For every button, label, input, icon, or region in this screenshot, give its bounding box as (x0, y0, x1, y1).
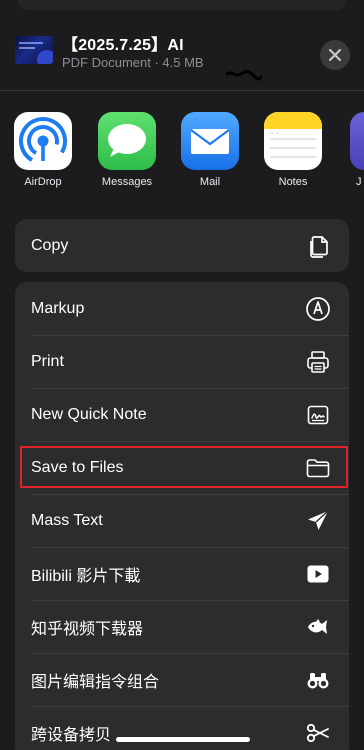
app-label: Notes (278, 176, 308, 188)
action-print[interactable]: Print (15, 335, 349, 388)
action-group-copy: Copy (15, 219, 349, 272)
action-label: Print (31, 352, 64, 370)
document-subtitle: PDF Document · 4.5 MB (62, 55, 204, 70)
markup-icon (303, 294, 333, 324)
fish-icon (303, 612, 333, 642)
notes-icon (264, 112, 322, 170)
document-title: 【2025.7.25】AI (62, 37, 184, 54)
close-button[interactable] (320, 40, 350, 70)
messages-icon (98, 112, 156, 170)
app-airdrop[interactable]: AirDrop (8, 112, 78, 188)
background-card-edge (18, 0, 346, 10)
play-icon (303, 559, 333, 589)
app-label: Mail (199, 176, 221, 188)
app-share-row: AirDrop Messages Mail Notes J (0, 112, 364, 194)
document-thumbnail (15, 36, 53, 64)
redaction-scribble (226, 70, 262, 81)
action-save-to-files[interactable]: Save to Files (15, 441, 349, 494)
action-bilibili-download[interactable]: Bilibili 影片下載 (15, 547, 349, 600)
action-label: 知乎视频下载器 (31, 620, 144, 638)
scissors-icon (303, 718, 333, 748)
action-zhihu-video-download[interactable]: 知乎视频下载器 (15, 600, 349, 653)
airdrop-icon (14, 112, 72, 170)
share-header: 【2025.7.25】AI PDF Document · 4.5 MB (0, 14, 364, 90)
action-label: Bilibili 影片下載 (31, 567, 141, 585)
action-label: 图片编辑指令组合 (31, 673, 160, 691)
paper-plane-icon (303, 506, 333, 536)
close-icon (329, 49, 341, 61)
app-partial[interactable]: J (342, 112, 364, 188)
action-new-quick-note[interactable]: New Quick Note (15, 388, 349, 441)
action-label: Markup (31, 299, 85, 317)
action-label: 跨设备拷贝 (31, 726, 112, 744)
app-label: J (356, 176, 362, 188)
action-label: Copy (31, 236, 69, 254)
app-notes[interactable]: Notes (258, 112, 328, 188)
folder-icon (303, 453, 333, 483)
mail-icon (181, 112, 239, 170)
action-image-edit-combo[interactable]: 图片编辑指令组合 (15, 653, 349, 706)
action-copy[interactable]: Copy (15, 219, 349, 272)
action-label: Save to Files (31, 458, 124, 476)
app-label: Messages (101, 176, 153, 188)
copy-icon (303, 231, 333, 261)
action-label: Mass Text (31, 511, 103, 529)
action-cross-device-copy[interactable]: 跨设备拷贝 (15, 706, 349, 750)
printer-icon (303, 347, 333, 377)
app-label: AirDrop (24, 176, 62, 188)
action-markup[interactable]: Markup (15, 282, 349, 335)
action-mass-text[interactable]: Mass Text (15, 494, 349, 547)
app-icon (350, 112, 364, 170)
app-mail[interactable]: Mail (175, 112, 245, 188)
home-indicator (116, 737, 250, 742)
action-group-main: Markup Print New Quick Note Save to File… (15, 282, 349, 750)
action-label: New Quick Note (31, 405, 147, 423)
share-sheet: 【2025.7.25】AI PDF Document · 4.5 MB AirD… (0, 0, 364, 750)
quick-note-icon (303, 400, 333, 430)
binoculars-icon (303, 665, 333, 695)
header-divider (0, 90, 364, 91)
app-messages[interactable]: Messages (92, 112, 162, 188)
